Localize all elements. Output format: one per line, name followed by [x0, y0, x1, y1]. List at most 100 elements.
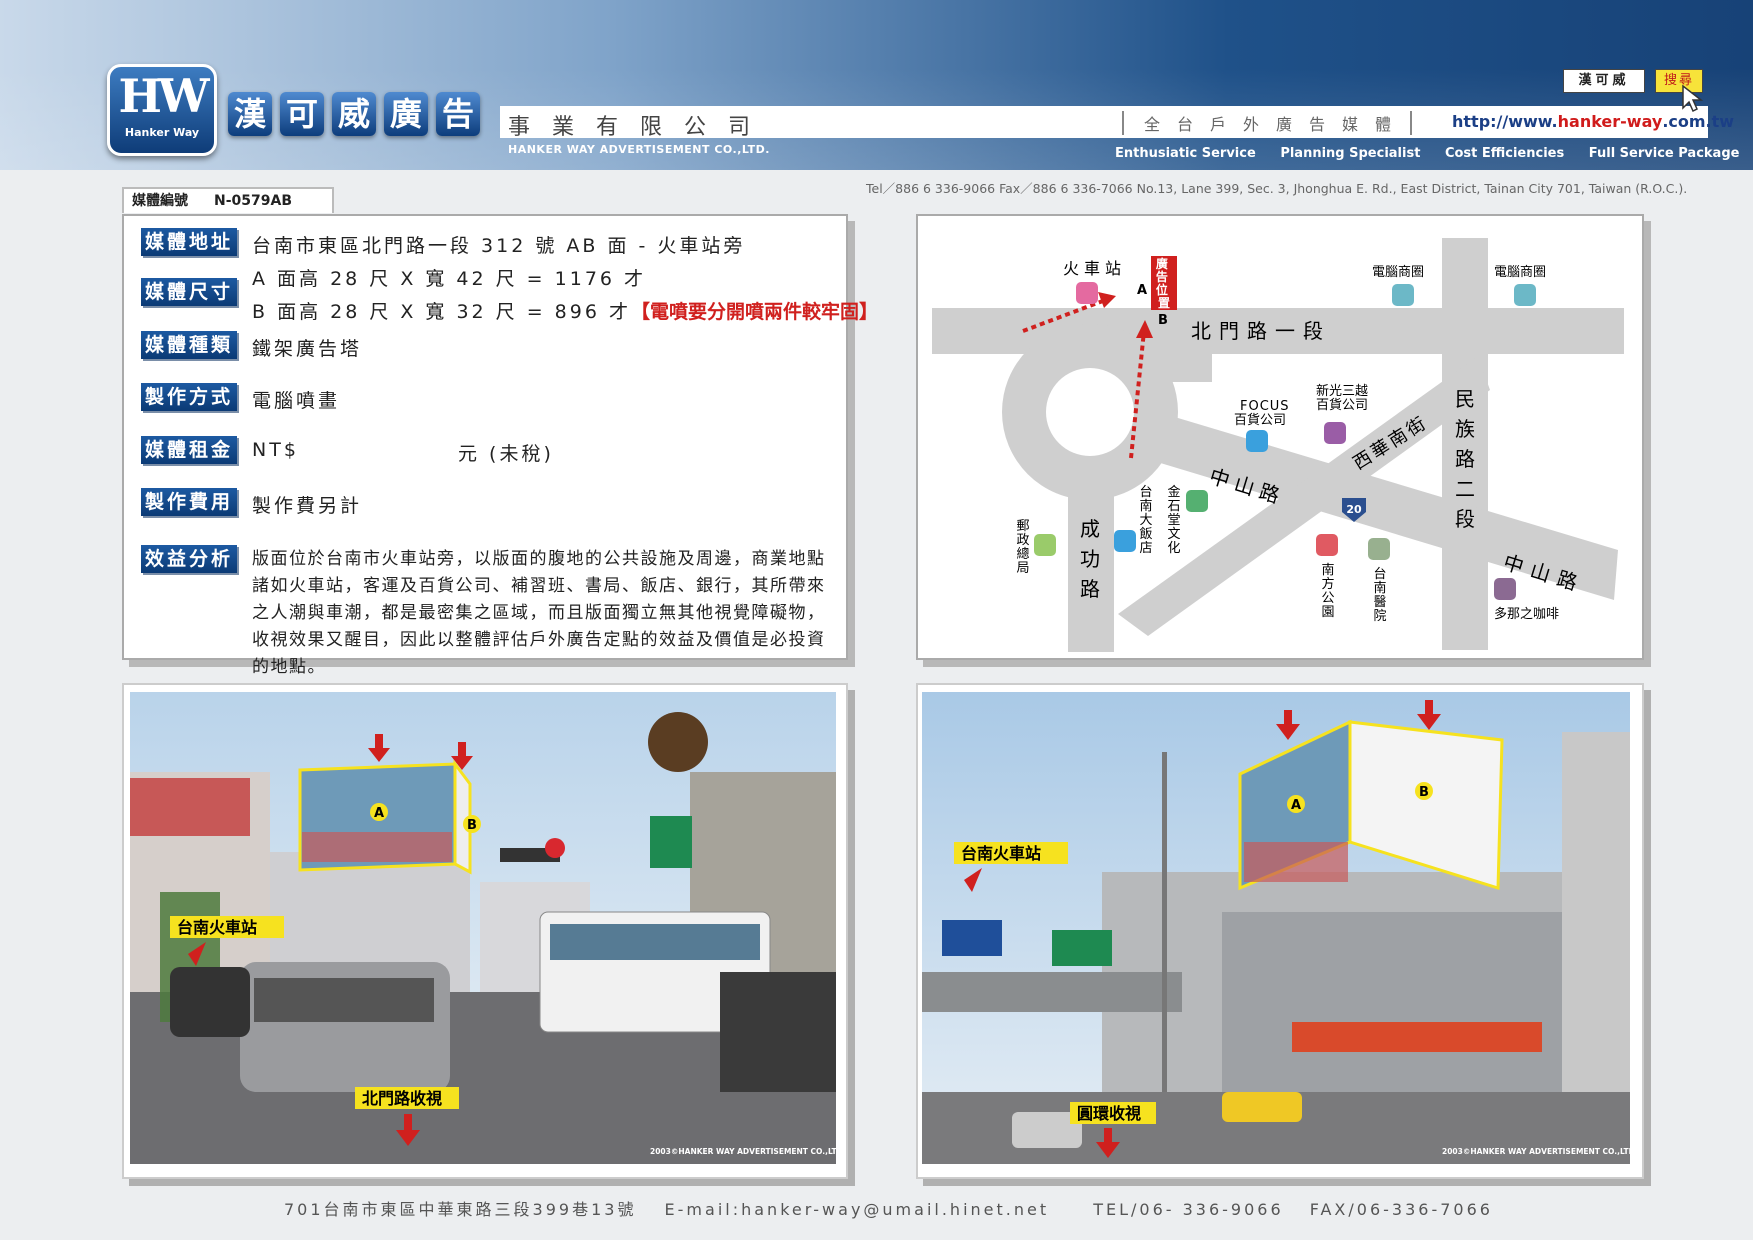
photo2-billboard-flowers	[1244, 842, 1348, 882]
url-brand: hanker-way	[1557, 112, 1663, 131]
photo1-no-entry-sign	[545, 838, 565, 858]
footer-fax: FAX/06-336-7066	[1309, 1200, 1493, 1219]
photo2-lamp-pole	[1162, 752, 1167, 1092]
brand-char-3: 威	[332, 92, 376, 136]
nav-item-planning[interactable]: Planning Specialist	[1280, 146, 1420, 161]
contact-line: Tel／886 6 336-9066 Fax／886 6 336-7066 No…	[866, 181, 1688, 196]
footer-address: 701台南市東區中華東路三段399巷13號	[284, 1200, 637, 1219]
photo2-station-tag: 台南火車站	[961, 844, 1041, 863]
size-label: 媒體尺寸	[141, 278, 237, 306]
footer-tel: TEL/06- 336-9066	[1093, 1200, 1284, 1219]
company-name: 事業有限公司	[508, 115, 773, 140]
ad-position-label: 廣 告 位 置	[1156, 256, 1172, 310]
photo1-scooters	[720, 972, 836, 1092]
label-chenggong-road: 成功路	[1080, 517, 1100, 601]
header-nav: Enthusiatic Service Planning Specialist …	[1115, 146, 1739, 161]
nav-item-service[interactable]: Enthusiatic Service	[1115, 146, 1256, 161]
fee-value: 製作費另計	[252, 495, 363, 517]
photo2-taxi	[1222, 1092, 1302, 1122]
label-computer-mall-1: 電腦商圈	[1372, 265, 1424, 280]
photo1-road-sign	[650, 816, 692, 868]
rent-currency: NT$	[252, 439, 299, 461]
size-b-value: B 面高 28 尺 X 寬 32 尺 = 896 才	[252, 301, 631, 323]
photo1-car-window	[254, 978, 434, 1022]
benefit-label: 效益分析	[141, 545, 237, 573]
header-fade	[0, 0, 1753, 170]
photo2-marker-a: A	[1291, 798, 1301, 813]
street-photo-roundabout: A B 台南火車站 圓環收視 2003©HANKER WAY ADVERTISE…	[922, 692, 1630, 1164]
poi-hotel	[1114, 530, 1136, 552]
poi-tainan-hospital	[1368, 538, 1390, 560]
label-minzu-road: 民族路二段	[1455, 387, 1475, 531]
brand-button[interactable]: 漢可威	[1563, 69, 1645, 93]
rent-label: 媒體租金	[141, 436, 237, 464]
method-value: 電腦噴畫	[252, 390, 341, 412]
size-note: 【電噴要分開噴兩件較牢固】	[631, 301, 879, 323]
footer-email[interactable]: E-mail:hanker-way@umail.hinet.net	[665, 1200, 1050, 1219]
label-nanfang-park: 南方公園	[1321, 562, 1334, 620]
logo-mark: HW	[118, 69, 209, 123]
rent-unit: 元 (未稅)	[458, 443, 554, 465]
photo1-shop-sign	[648, 712, 708, 772]
location-map: 廣 告 位 置 A B 火車站 北門路一段 電腦商圈 電腦商圈 FOCUS 百貨…	[932, 238, 1624, 652]
brand-char-5: 告	[436, 92, 480, 136]
label-focus-en: FOCUS	[1240, 399, 1290, 414]
photo1-copyright: 2003©HANKER WAY ADVERTISEMENT CO.,LTD.	[650, 1147, 836, 1156]
poi-computer-mall-1	[1392, 284, 1414, 306]
label-computer-mall-2: 電腦商圈	[1494, 265, 1546, 280]
company-english-name: HANKER WAY ADVERTISEMENT CO.,LTD.	[508, 143, 770, 156]
fee-label: 製作費用	[141, 488, 237, 516]
road-minzu	[1442, 238, 1488, 650]
photo1-marker-a: A	[374, 806, 384, 821]
photo2-overpass	[922, 972, 1182, 1012]
poi-nanfang-park	[1316, 534, 1338, 556]
road-link	[1152, 342, 1212, 382]
nav-item-package[interactable]: Full Service Package	[1589, 146, 1740, 161]
label-beimen-road: 北門路一段	[1191, 319, 1331, 343]
label-jinshitang: 金石堂文化	[1167, 484, 1180, 556]
photo2-storefront	[1292, 1022, 1542, 1052]
route-number: 20	[1346, 503, 1362, 516]
poi-focus	[1246, 430, 1268, 452]
label-train-station: 火車站	[1063, 259, 1126, 278]
photo2-copyright: 2003©HANKER WAY ADVERTISEMENT CO.,LTD.	[1442, 1147, 1630, 1156]
map-marker-b: B	[1158, 313, 1168, 328]
benefit-text: 版面位於台南市火車站旁，以版面的腹地的公共設施及周邊，商業地點諸如火車站，客運及…	[252, 549, 826, 677]
label-post-office: 郵政總局	[1016, 519, 1029, 576]
size-a-value: A 面高 28 尺 X 寬 42 尺 = 1176 才	[252, 268, 647, 290]
poi-post-office	[1034, 534, 1056, 556]
type-value: 鐵架廣告塔	[252, 338, 363, 360]
map-marker-a: A	[1137, 283, 1147, 298]
cursor-icon	[1682, 84, 1703, 113]
photo2-view-tag: 圓環收視	[1077, 1104, 1141, 1123]
poi-computer-mall-2	[1514, 284, 1536, 306]
media-number-label: 媒體編號	[132, 193, 188, 209]
label-dorna-cafe: 多那之咖啡	[1494, 606, 1559, 622]
photo2-sign-station	[942, 920, 1002, 956]
tagline: 全台戶外廣告媒體	[1122, 111, 1413, 135]
type-label: 媒體種類	[141, 331, 237, 359]
photo1-station-tag: 台南火車站	[177, 918, 257, 937]
nav-item-cost[interactable]: Cost Efficiencies	[1445, 146, 1564, 161]
poi-train-station	[1076, 282, 1098, 304]
photo1-bus-window	[550, 924, 760, 960]
photo2-sign-road	[1052, 930, 1112, 966]
label-focus-zh: 百貨公司	[1234, 412, 1286, 428]
label-hotel: 台南大飯店	[1139, 485, 1152, 556]
method-label: 製作方式	[141, 383, 237, 411]
address-value: 台南市東區北門路一段 312 號 AB 面 - 火車站旁	[252, 235, 746, 257]
ad-pos-char-4: 置	[1158, 296, 1170, 310]
label-shinkong-1: 新光三越	[1316, 383, 1368, 399]
photo2-building-front	[1222, 912, 1582, 1102]
ad-pos-char-2: 告	[1156, 269, 1168, 284]
website-link[interactable]: http://www.hanker-way.com.tw	[1452, 112, 1734, 131]
photo1-view-tag: 北門路收視	[362, 1089, 442, 1108]
roundabout-center	[1046, 368, 1134, 456]
photo1-marker-b: B	[467, 818, 477, 833]
media-number-value: N-0579AB	[214, 193, 292, 209]
company-logo[interactable]: HW Hanker Way	[107, 64, 217, 156]
ad-pos-char-1: 廣	[1156, 256, 1168, 271]
brand-char-1: 漢	[228, 92, 272, 136]
photo1-car-dark	[170, 967, 250, 1037]
url-suffix: .com.tw	[1662, 112, 1735, 131]
